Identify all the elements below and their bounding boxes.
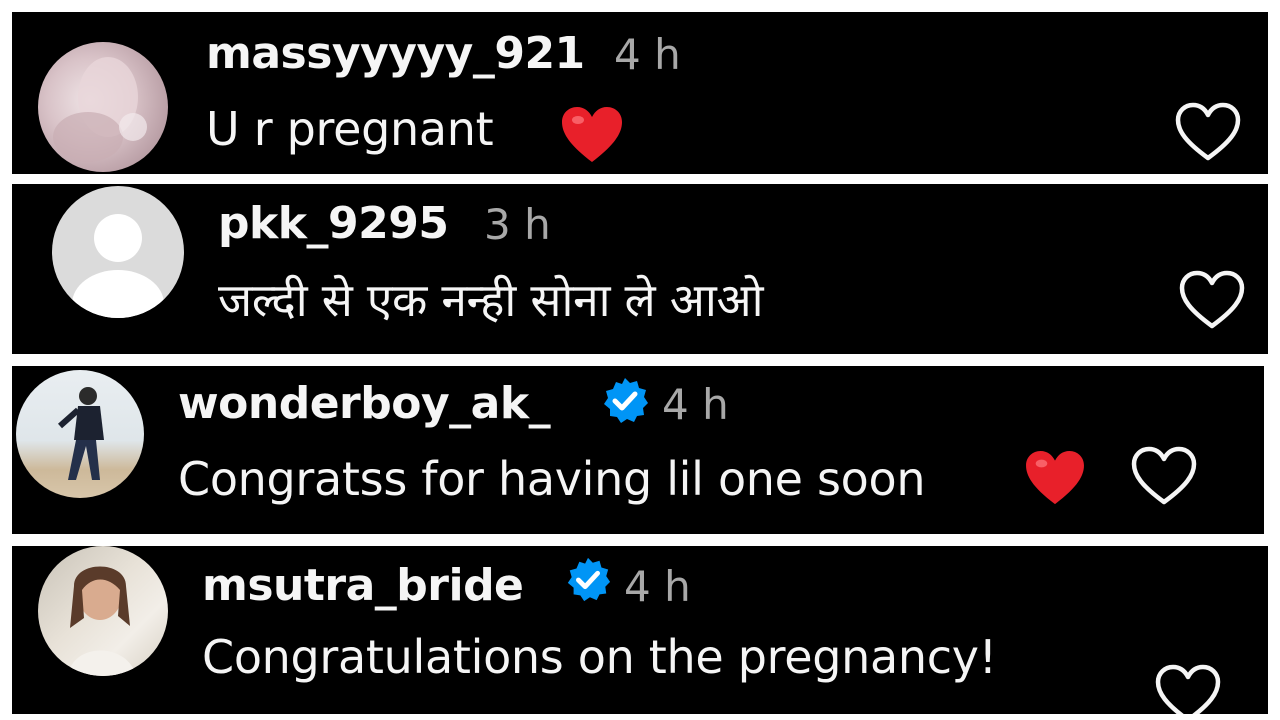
heart-emoji-icon: [1026, 450, 1084, 505]
like-heart-icon[interactable]: [1154, 664, 1222, 714]
timestamp: 4 h: [614, 30, 681, 79]
comment-text: Congratss for having lil one soon: [178, 452, 926, 506]
comment-item: pkk_9295 3 h जल्दी से एक नन्ही सोना ले आ…: [12, 184, 1268, 354]
username[interactable]: massyyyyy_921: [206, 28, 585, 79]
avatar[interactable]: [38, 42, 168, 172]
comment-item: msutra_bride 4 h Congratulations on the …: [12, 546, 1268, 714]
default-avatar-icon[interactable]: [52, 186, 184, 318]
comment-text: जल्दी से एक नन्ही सोना ले आओ: [218, 273, 764, 327]
timestamp: 4 h: [624, 562, 691, 611]
avatar[interactable]: [38, 546, 168, 676]
verified-badge-icon: [604, 378, 648, 423]
username[interactable]: msutra_bride: [202, 560, 524, 611]
heart-emoji-icon: [562, 107, 622, 162]
comment-item: wonderboy_ak_ 4 h Congratss for having l…: [12, 366, 1264, 534]
comment-item: massyyyyy_921 4 h U r pregnant: [12, 12, 1268, 174]
comment-text: U r pregnant: [206, 102, 494, 156]
like-heart-icon[interactable]: [1130, 446, 1198, 506]
username[interactable]: pkk_9295: [218, 198, 449, 249]
timestamp: 3 h: [484, 200, 551, 249]
like-heart-icon[interactable]: [1178, 270, 1246, 330]
verified-badge-icon: [567, 557, 611, 602]
avatar[interactable]: [16, 370, 144, 498]
comment-text: Congratulations on the pregnancy!: [202, 630, 997, 684]
like-heart-icon[interactable]: [1174, 102, 1242, 162]
username[interactable]: wonderboy_ak_: [178, 378, 551, 429]
timestamp: 4 h: [662, 380, 729, 429]
